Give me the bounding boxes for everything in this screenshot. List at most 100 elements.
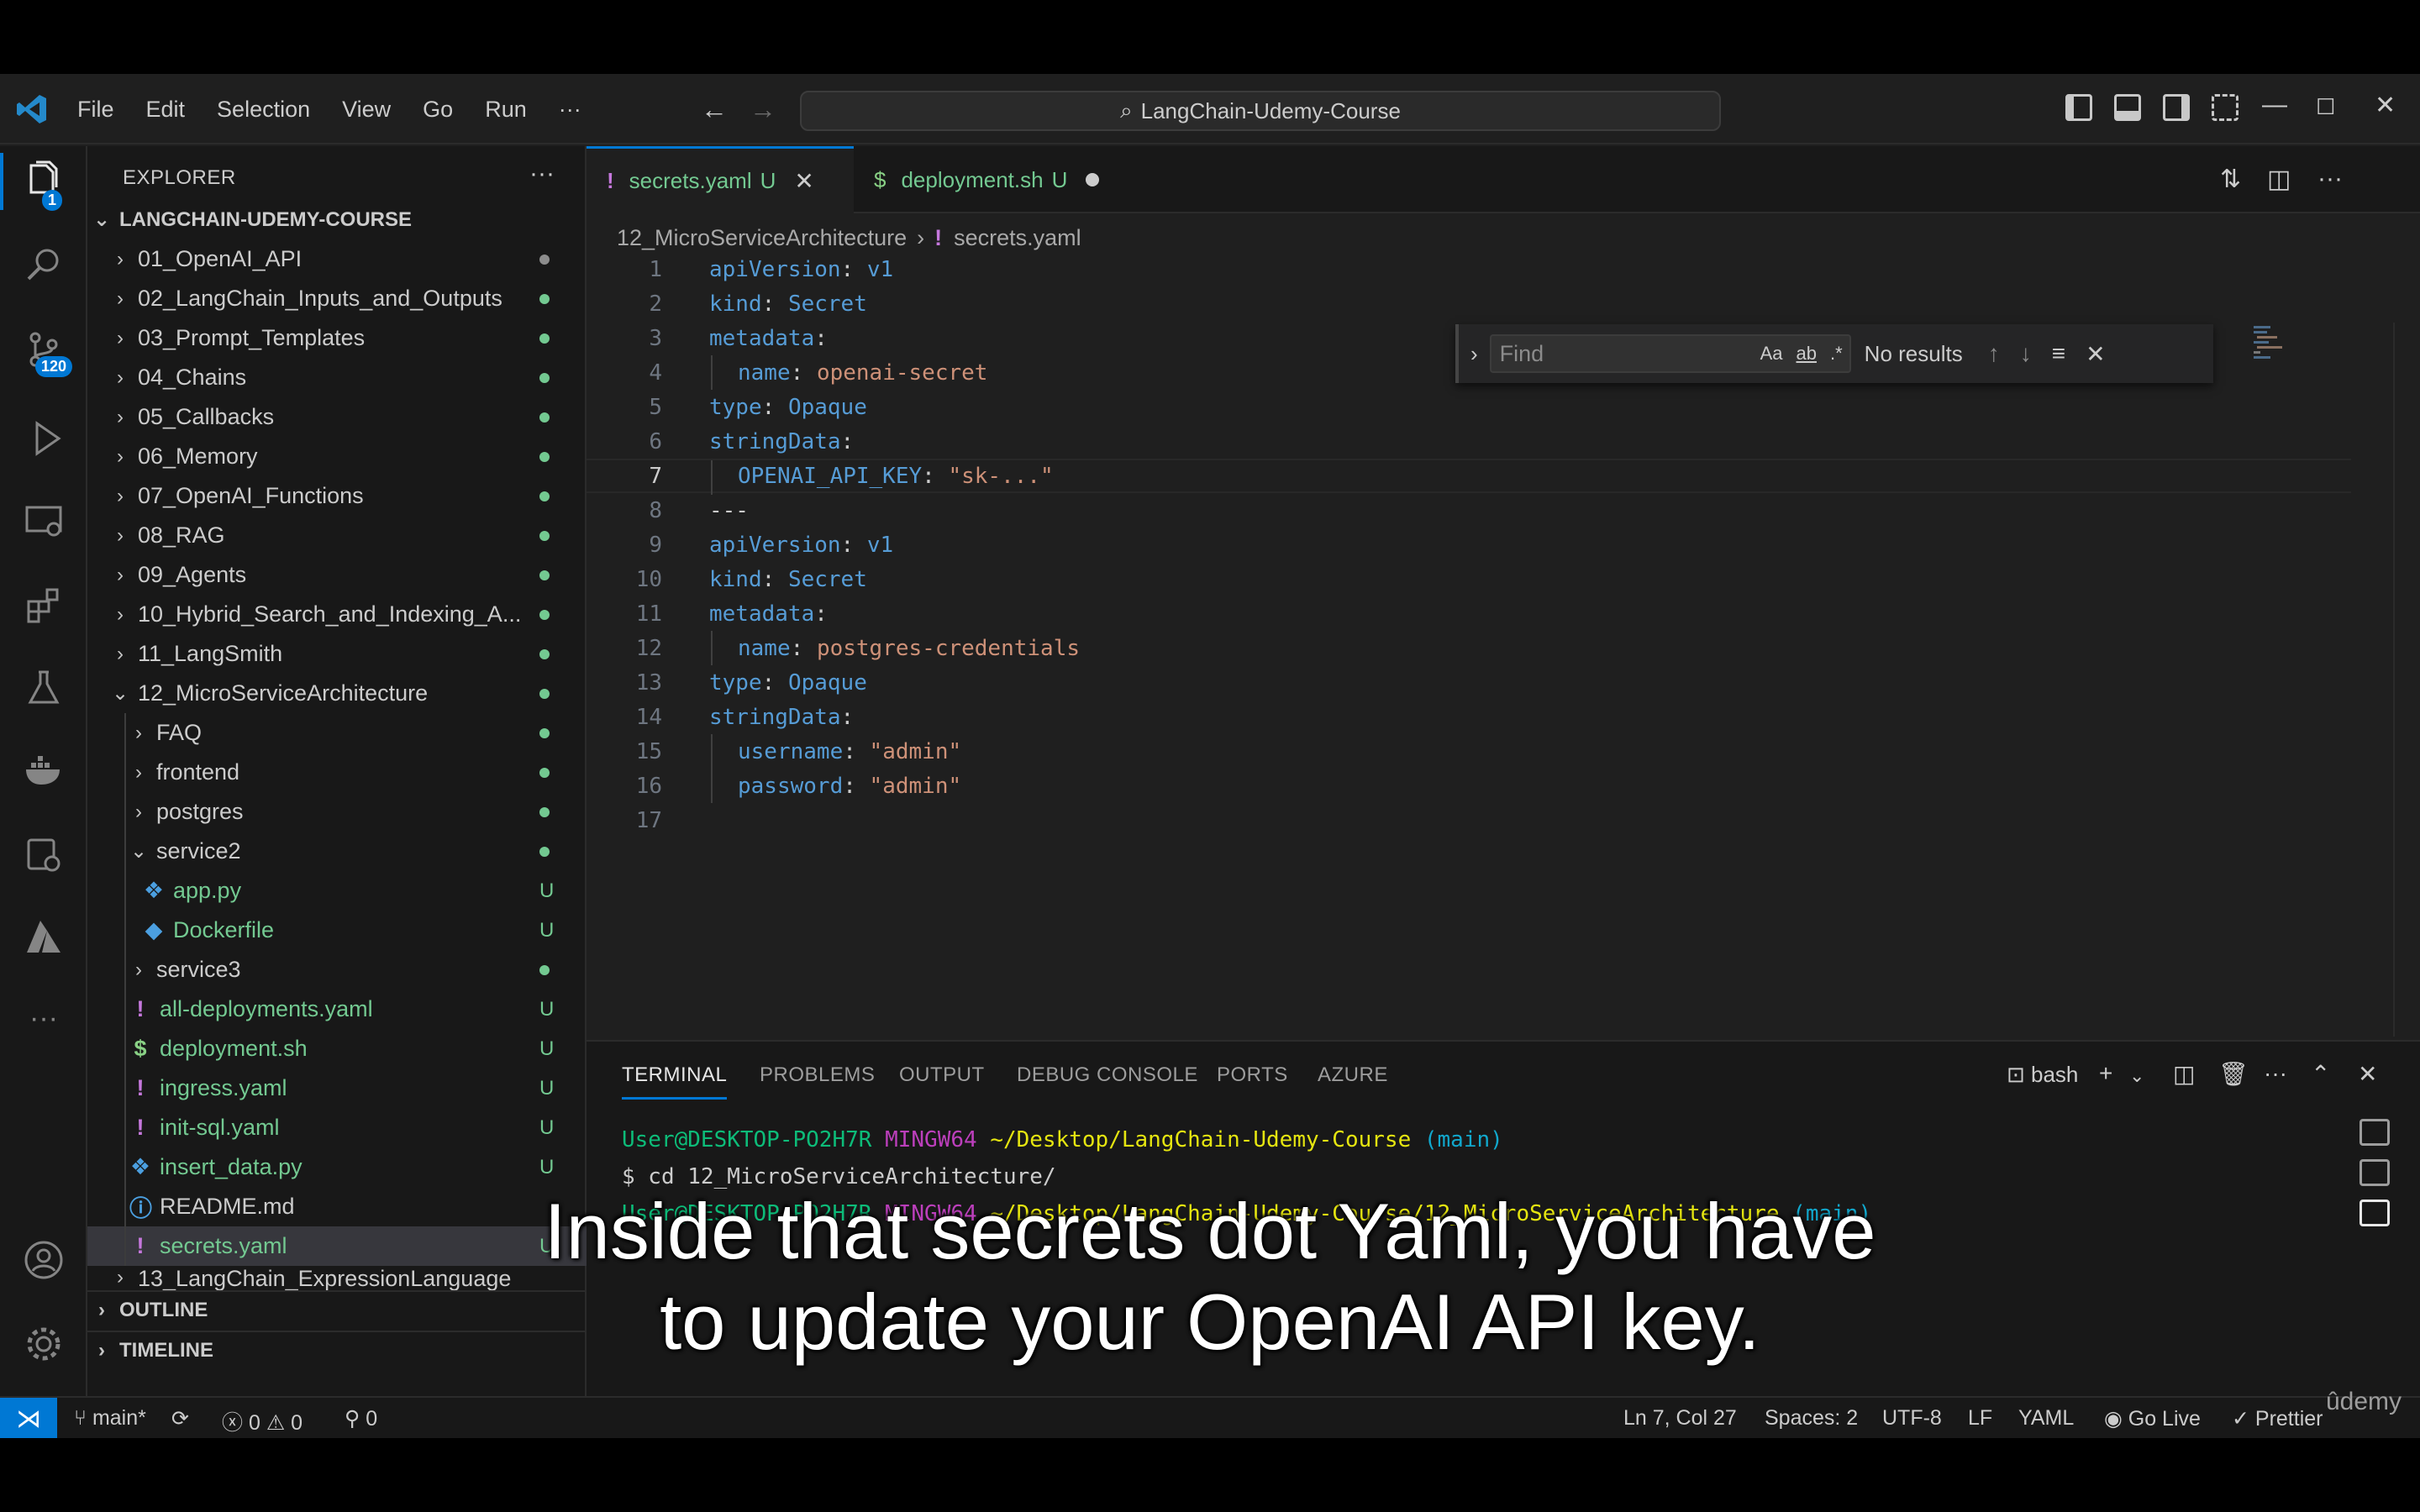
- menu-selection[interactable]: Selection: [217, 97, 310, 123]
- code-line[interactable]: 12 name: postgres-credentials: [587, 631, 2351, 665]
- workspace-root[interactable]: ⌄ LANGCHAIN-UDEMY-COURSE: [87, 200, 587, 239]
- folder-item[interactable]: › 01_OpenAI_API: [87, 239, 587, 279]
- back-arrow-icon[interactable]: ←: [701, 94, 728, 125]
- next-match-icon[interactable]: ↓: [2020, 340, 2032, 367]
- code-line[interactable]: 13 type: Opaque: [587, 665, 2351, 700]
- menu-edit[interactable]: Edit: [146, 97, 186, 123]
- tab-ports[interactable]: PORTS: [1217, 1063, 1288, 1087]
- split-editor-icon[interactable]: ◫: [2267, 165, 2291, 194]
- kubernetes-icon[interactable]: [22, 833, 66, 877]
- file-item[interactable]: $ deployment.sh U: [87, 1029, 587, 1068]
- breadcrumb-folder[interactable]: 12_MicroServiceArchitecture: [617, 225, 907, 251]
- editor-more-icon[interactable]: ···: [2317, 165, 2343, 193]
- file-item[interactable]: ❖ insert_data.py U: [87, 1147, 587, 1187]
- terminal-instance-icon[interactable]: [2360, 1159, 2390, 1186]
- tab-output[interactable]: OUTPUT: [899, 1063, 985, 1087]
- menu-go[interactable]: Go: [423, 97, 453, 123]
- folder-item[interactable]: › 04_Chains: [87, 358, 587, 397]
- folder-item[interactable]: › 05_Callbacks: [87, 397, 587, 437]
- folder-item[interactable]: › FAQ: [87, 713, 587, 753]
- toggle-replace-icon[interactable]: ›: [1470, 341, 1478, 367]
- sync-icon[interactable]: ⟳: [171, 1406, 189, 1431]
- folder-item-expanded[interactable]: ⌄ service2: [87, 832, 587, 871]
- explorer-more-icon[interactable]: ···: [529, 160, 555, 188]
- match-whole-word-icon[interactable]: ab: [1797, 343, 1817, 365]
- file-item[interactable]: ◆ Dockerfile U: [87, 911, 587, 950]
- file-item[interactable]: ! ingress.yaml U: [87, 1068, 587, 1108]
- menu-view[interactable]: View: [342, 97, 391, 123]
- unsaved-dot-icon[interactable]: [1086, 173, 1100, 186]
- remote-explorer-icon[interactable]: [22, 499, 66, 543]
- code-line[interactable]: 1 apiVersion: v1: [587, 252, 2351, 286]
- ports-indicator[interactable]: ⚲ 0: [345, 1406, 377, 1431]
- folder-item[interactable]: › 11_LangSmith: [87, 634, 587, 674]
- terminal-instance-icon[interactable]: [2360, 1119, 2390, 1146]
- maximize-icon[interactable]: ☐: [2316, 94, 2335, 120]
- code-line[interactable]: 10 kind: Secret: [587, 562, 2351, 596]
- search-icon[interactable]: [22, 242, 66, 286]
- code-line[interactable]: 6 stringData:: [587, 424, 2351, 459]
- indentation[interactable]: Spaces: 2: [1765, 1406, 1858, 1431]
- find-input[interactable]: Find Aa ab .*: [1489, 334, 1851, 373]
- code-line[interactable]: 8 ---: [587, 493, 2351, 528]
- end-of-line[interactable]: LF: [1968, 1406, 1992, 1431]
- toggle-primary-sidebar-icon[interactable]: [2065, 94, 2092, 121]
- file-item[interactable]: ❖ app.py U: [87, 871, 587, 911]
- tab-problems[interactable]: PROBLEMS: [760, 1063, 875, 1087]
- testing-flask-icon[interactable]: [22, 665, 66, 709]
- command-center-search[interactable]: ⌕ LangChain-Udemy-Course: [800, 91, 1721, 131]
- tab-secrets-yaml[interactable]: ! secrets.yaml U ✕: [587, 146, 854, 213]
- remote-indicator-icon[interactable]: ⋊: [0, 1398, 57, 1440]
- folder-item[interactable]: › postgres: [87, 792, 587, 832]
- close-find-icon[interactable]: ✕: [2086, 340, 2105, 368]
- cursor-position[interactable]: Ln 7, Col 27: [1623, 1406, 1737, 1431]
- azure-icon[interactable]: [22, 916, 66, 959]
- code-line[interactable]: 11 metadata:: [587, 596, 2351, 631]
- close-panel-icon[interactable]: ✕: [2358, 1060, 2377, 1088]
- folder-item[interactable]: › frontend: [87, 753, 587, 792]
- minimize-icon[interactable]: —: [2262, 91, 2287, 119]
- previous-match-icon[interactable]: ↑: [1988, 340, 2000, 367]
- branch-indicator[interactable]: ⑂ main*: [74, 1406, 146, 1431]
- forward-arrow-icon[interactable]: →: [750, 94, 776, 125]
- close-tab-icon[interactable]: ✕: [794, 167, 813, 195]
- file-item[interactable]: ! all-deployments.yaml U: [87, 990, 587, 1029]
- use-regex-icon[interactable]: .*: [1830, 343, 1843, 365]
- menu-run[interactable]: Run: [485, 97, 527, 123]
- new-terminal-icon[interactable]: +: [2099, 1060, 2112, 1087]
- folder-item[interactable]: › 10_Hybrid_Search_and_Indexing_A...: [87, 595, 587, 634]
- folder-item-expanded[interactable]: ⌄ 12_MicroServiceArchitecture: [87, 674, 587, 713]
- prettier-button[interactable]: ✓ Prettier: [2232, 1406, 2323, 1431]
- tab-azure[interactable]: AZURE: [1318, 1063, 1388, 1087]
- close-window-icon[interactable]: ✕: [2375, 91, 2396, 120]
- menu-file[interactable]: File: [77, 97, 114, 123]
- code-line[interactable]: 7 OPENAI_API_KEY: "sk-...": [587, 459, 2351, 495]
- folder-item[interactable]: › 07_OpenAI_Functions: [87, 476, 587, 516]
- problems-indicator[interactable]: ⓧ 0 ⚠ 0: [222, 1406, 302, 1436]
- code-line[interactable]: 9 apiVersion: v1: [587, 528, 2351, 562]
- code-line[interactable]: 17: [587, 803, 2351, 837]
- encoding[interactable]: UTF-8: [1882, 1406, 1942, 1431]
- run-debug-icon[interactable]: [22, 417, 66, 460]
- folder-item[interactable]: › service3: [87, 950, 587, 990]
- folder-item[interactable]: › 09_Agents: [87, 555, 587, 595]
- panel-more-icon[interactable]: ···: [2264, 1060, 2287, 1087]
- match-case-icon[interactable]: Aa: [1760, 343, 1783, 365]
- folder-item[interactable]: › 02_LangChain_Inputs_and_Outputs: [87, 279, 587, 318]
- split-terminal-icon[interactable]: ◫: [2173, 1060, 2195, 1088]
- editor-scrollbar[interactable]: [2393, 323, 2420, 1037]
- code-line[interactable]: 2 kind: Secret: [587, 286, 2351, 321]
- chevron-down-icon[interactable]: ⌄: [2129, 1065, 2144, 1087]
- code-line[interactable]: 15 username: "admin": [587, 734, 2351, 769]
- folder-item[interactable]: › 08_RAG: [87, 516, 587, 555]
- kill-terminal-icon[interactable]: 🗑: [2218, 1060, 2249, 1088]
- toggle-panel-icon[interactable]: [2114, 94, 2141, 121]
- more-views-icon[interactable]: ···: [22, 996, 66, 1040]
- code-line[interactable]: 5 type: Opaque: [587, 390, 2351, 424]
- extensions-icon[interactable]: [22, 583, 66, 627]
- compare-changes-icon[interactable]: ⇅: [2220, 165, 2241, 194]
- go-live-button[interactable]: ◉ Go Live: [2104, 1406, 2201, 1431]
- code-line[interactable]: 14 stringData:: [587, 700, 2351, 734]
- code-line[interactable]: 16 password: "admin": [587, 769, 2351, 803]
- folder-item[interactable]: › 06_Memory: [87, 437, 587, 476]
